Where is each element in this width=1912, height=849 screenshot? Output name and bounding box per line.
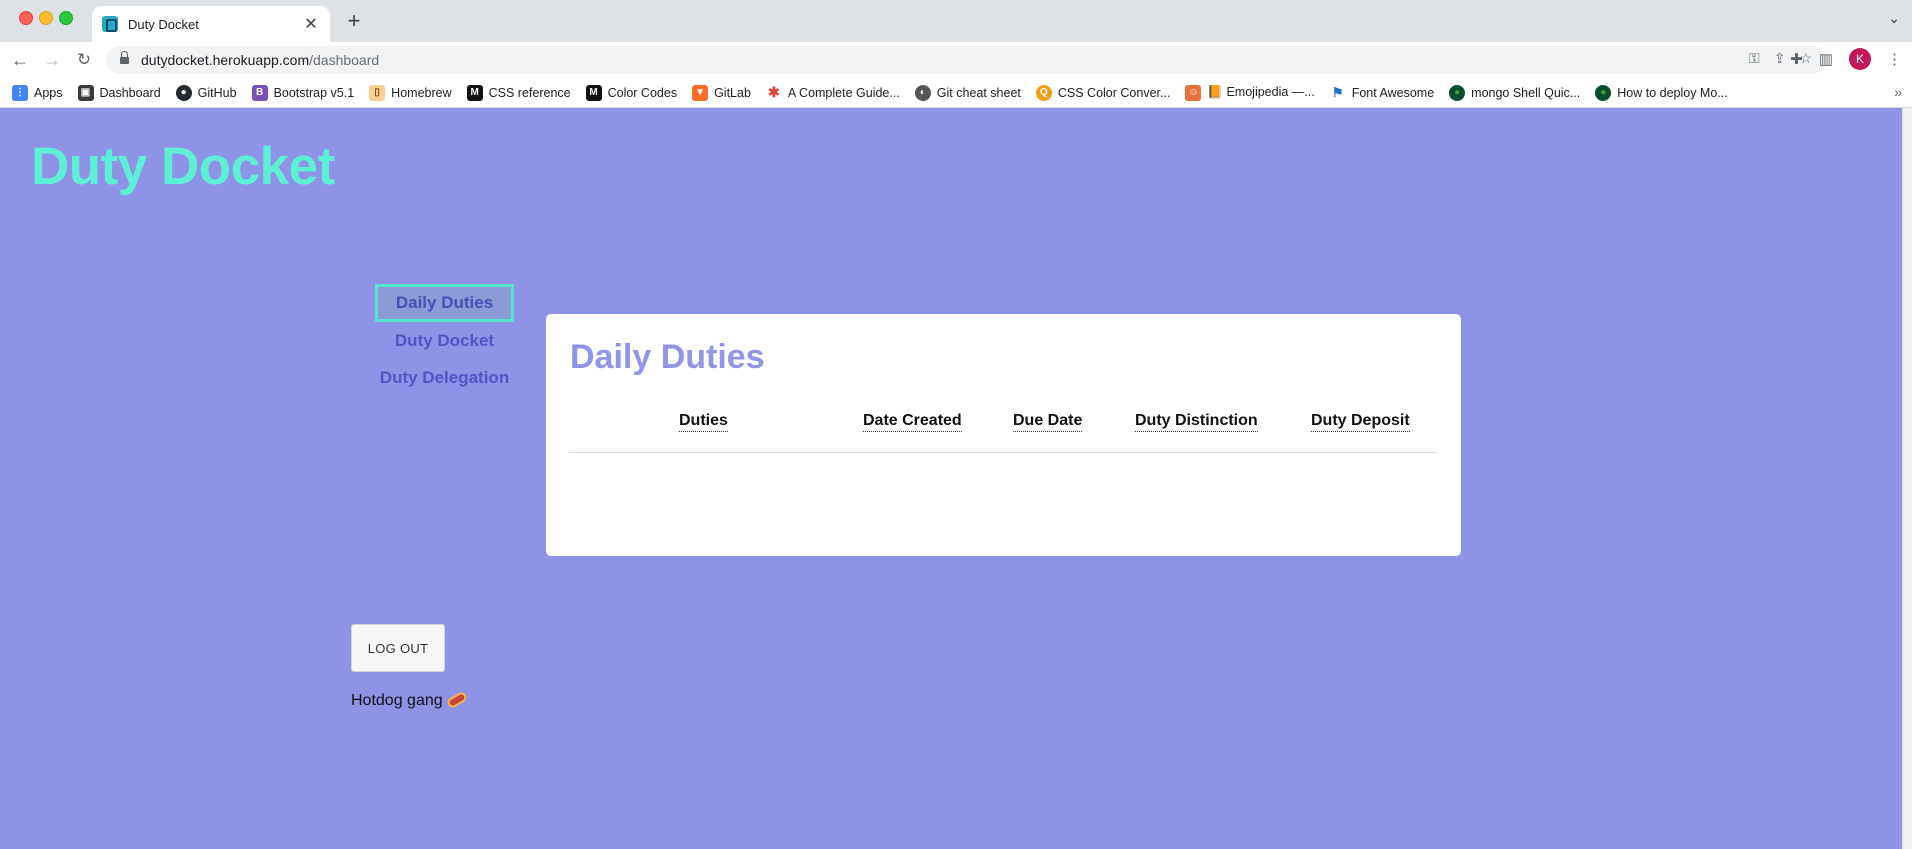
- tab-close-icon[interactable]: ✕: [302, 14, 320, 34]
- hotdog-icon: [445, 690, 468, 710]
- bookmark-git-cheat-sheet[interactable]: ◐ Git cheat sheet: [914, 84, 1021, 101]
- bookmark-label: mongo Shell Quic...: [1471, 85, 1581, 100]
- bookmark-github[interactable]: ● GitHub: [175, 84, 237, 101]
- bookmark-label: How to deploy Mo...: [1617, 85, 1728, 100]
- column-header-duties[interactable]: Duties: [679, 412, 728, 432]
- color-codes-icon: M: [585, 84, 602, 101]
- bookmarks-bar: ⋮ Apps ▣ Dashboard ● GitHub B Bootstrap …: [0, 78, 1912, 108]
- bookmark-bootstrap[interactable]: B Bootstrap v5.1: [251, 84, 355, 101]
- css-tricks-icon: ✱: [768, 84, 780, 100]
- extensions-puzzle-icon[interactable]: ✚: [1790, 50, 1803, 68]
- bookmark-label: Dashboard: [99, 85, 161, 100]
- bookmark-apps[interactable]: ⋮ Apps: [12, 84, 63, 101]
- font-awesome-flag-icon: ⚑: [1331, 84, 1344, 100]
- browser-menu-icon[interactable]: ⋮: [1887, 50, 1902, 68]
- git-icon: ◐: [914, 84, 931, 101]
- bookmark-label: Font Awesome: [1351, 85, 1435, 100]
- bookmark-dashboard[interactable]: ▣ Dashboard: [77, 84, 161, 101]
- bookmark-deploy-mongo[interactable]: ● How to deploy Mo...: [1595, 84, 1728, 101]
- window-close-button[interactable]: [19, 11, 33, 25]
- lock-icon[interactable]: [120, 51, 129, 65]
- bookmark-label: 📙 Emojipedia —...: [1207, 85, 1315, 99]
- browser-tab-strip: Duty Docket ✕ + ⌄: [0, 0, 1912, 42]
- column-header-duty-distinction[interactable]: Duty Distinction: [1135, 412, 1258, 432]
- bookmark-css-reference[interactable]: M CSS reference: [466, 84, 571, 101]
- bootstrap-icon: B: [251, 84, 268, 101]
- emojipedia-icon: ☺: [1185, 84, 1202, 101]
- column-header-date-created[interactable]: Date Created: [863, 412, 962, 432]
- tab-search-chevron-icon[interactable]: ⌄: [1888, 10, 1900, 27]
- bookmark-label: Homebrew: [391, 85, 452, 100]
- bookmark-label: CSS Color Conver...: [1057, 85, 1171, 100]
- new-tab-button[interactable]: +: [342, 9, 366, 33]
- address-bar[interactable]: dutydocket.herokuapp.com /dashboard ⚿ ⇪ …: [106, 46, 1826, 74]
- bookmark-label: Bootstrap v5.1: [273, 85, 355, 100]
- nav-item-daily-duties[interactable]: Daily Duties: [375, 284, 514, 322]
- bookmark-label: GitHub: [197, 85, 237, 100]
- password-key-icon[interactable]: ⚿: [1749, 50, 1760, 67]
- gitlab-icon: ▼: [692, 84, 709, 101]
- nav-item-duty-docket[interactable]: Duty Docket: [375, 322, 514, 359]
- bookmark-label: CSS reference: [488, 85, 571, 100]
- daily-duties-card: Daily Duties Duties Date Created Due Dat…: [546, 314, 1461, 556]
- site-title: Duty Docket: [31, 137, 335, 196]
- bookmark-label: GitLab: [714, 85, 751, 100]
- footer-text: Hotdog gang: [351, 690, 468, 710]
- bookmark-font-awesome[interactable]: ⚑ Font Awesome: [1330, 85, 1434, 101]
- bookmark-complete-guide[interactable]: ✱ A Complete Guide...: [766, 84, 900, 101]
- color-converter-icon: Q: [1035, 84, 1052, 101]
- bookmark-homebrew[interactable]: ▯ Homebrew: [369, 84, 452, 101]
- mongodb-icon: ●: [1449, 84, 1466, 101]
- bookmark-label: A Complete Guide...: [787, 85, 900, 100]
- bookmark-emojipedia[interactable]: ☺ 📙 Emojipedia —...: [1185, 84, 1315, 101]
- share-icon[interactable]: ⇪: [1774, 50, 1786, 67]
- page-scrollbar[interactable]: [1902, 108, 1912, 849]
- url-host: dutydocket.herokuapp.com: [141, 52, 310, 68]
- forward-arrow-icon[interactable]: →: [40, 48, 64, 72]
- dashboard-nav: Daily Duties Duty Docket Duty Delegation: [375, 284, 514, 396]
- table-divider: [569, 452, 1437, 453]
- dashboard-icon: ▣: [77, 84, 94, 101]
- duty-docket-favicon-icon: [102, 16, 118, 32]
- window-maximize-button[interactable]: [59, 11, 73, 25]
- column-header-due-date[interactable]: Due Date: [1013, 412, 1083, 432]
- more-bookmarks-chevron-icon[interactable]: »: [1894, 84, 1902, 100]
- footer-label: Hotdog gang: [351, 692, 443, 709]
- bookmark-label: Git cheat sheet: [936, 85, 1021, 100]
- github-icon: ●: [175, 84, 192, 101]
- side-panel-icon[interactable]: ▥: [1819, 50, 1833, 68]
- nav-item-duty-delegation[interactable]: Duty Delegation: [375, 359, 514, 396]
- bookmark-css-color-converter[interactable]: Q CSS Color Conver...: [1035, 84, 1171, 101]
- url-path: /dashboard: [309, 52, 380, 68]
- bookmark-mongo-shell[interactable]: ● mongo Shell Quic...: [1449, 84, 1581, 101]
- bookmark-label: Color Codes: [607, 85, 678, 100]
- css-reference-icon: M: [466, 84, 483, 101]
- mongodb-icon: ●: [1595, 84, 1612, 101]
- profile-avatar[interactable]: K: [1849, 48, 1871, 70]
- homebrew-icon: ▯: [369, 84, 386, 101]
- browser-toolbar: ← → ↻ dutydocket.herokuapp.com /dashboar…: [0, 42, 1912, 78]
- apps-grid-icon: ⋮: [12, 84, 28, 101]
- column-header-duty-deposit[interactable]: Duty Deposit: [1311, 412, 1410, 432]
- back-arrow-icon[interactable]: ←: [8, 48, 32, 72]
- browser-tab-active[interactable]: Duty Docket ✕: [92, 6, 330, 42]
- reload-icon[interactable]: ↻: [72, 48, 96, 72]
- bookmark-color-codes[interactable]: M Color Codes: [585, 84, 678, 101]
- card-title: Daily Duties: [570, 338, 765, 376]
- bookmark-gitlab[interactable]: ▼ GitLab: [692, 84, 751, 101]
- bookmark-label: Apps: [34, 85, 63, 100]
- logout-button[interactable]: LOG OUT: [351, 624, 445, 672]
- tab-title: Duty Docket: [128, 16, 199, 32]
- window-minimize-button[interactable]: [39, 11, 53, 25]
